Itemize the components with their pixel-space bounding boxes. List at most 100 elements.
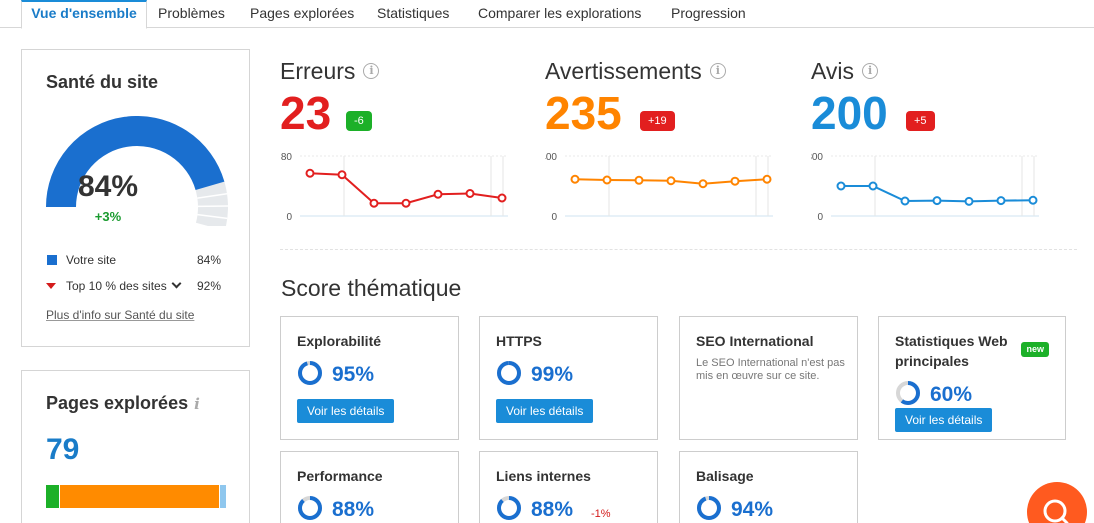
- tab-overview[interactable]: Vue d'ensemble: [21, 0, 147, 29]
- sparkline-point: [698, 179, 708, 189]
- ring-fill: [298, 496, 322, 520]
- card-title: SEO International: [696, 333, 814, 349]
- y-axis-max-label: 800: [811, 152, 823, 163]
- card-crawlability: Explorabilité 95% Voir les détails: [280, 316, 459, 440]
- view-details-button[interactable]: Voir les détails: [496, 399, 594, 423]
- info-icon[interactable]: i: [862, 62, 879, 79]
- pages-bar-segment[interactable]: [46, 485, 59, 508]
- crawled-pages-count[interactable]: 79: [46, 433, 79, 467]
- section-divider: [280, 249, 1077, 250]
- notices-sparkline: 800 0: [811, 152, 1039, 221]
- card-international-seo: SEO International Le SEO International n…: [679, 316, 858, 440]
- tab-statistics[interactable]: Statistiques: [377, 0, 449, 28]
- crawled-pages-bar: [46, 485, 226, 508]
- metric-title-text: Avertissements: [545, 58, 702, 84]
- view-details-button[interactable]: Voir les détails: [297, 399, 395, 423]
- sparkline-point: [836, 181, 846, 191]
- sparkline-point: [433, 189, 443, 199]
- crawled-pages-title: Pages explorées i: [46, 393, 200, 414]
- sparkline-point: [305, 168, 315, 178]
- thematic-score-title: Score thématique: [281, 275, 462, 301]
- tab-crawled-pages[interactable]: Pages explorées: [250, 0, 354, 28]
- card-percent[interactable]: 94%: [731, 498, 773, 522]
- magnifier-icon: [1043, 499, 1069, 523]
- card-delta: -1%: [591, 508, 611, 520]
- card-title: Performance: [297, 468, 383, 484]
- y-axis-min-label: 0: [286, 212, 292, 221]
- sparkline-point: [1028, 195, 1038, 205]
- notices-delta-badge: +5: [906, 111, 935, 131]
- errors-count[interactable]: 23: [280, 86, 331, 140]
- warnings-delta-badge: +19: [640, 111, 675, 131]
- sparkline-point: [868, 181, 878, 191]
- metric-title: Erreurs i: [280, 58, 380, 85]
- search-chat-icon[interactable]: [1027, 482, 1087, 523]
- crawled-pages-title-text: Pages explorées: [46, 393, 189, 413]
- legend-label: Votre site: [66, 253, 117, 267]
- red-triangle-icon: [46, 283, 56, 289]
- sparkline-point: [666, 176, 676, 186]
- notices-count[interactable]: 200: [811, 86, 888, 140]
- chevron-down-icon[interactable]: [171, 278, 182, 289]
- errors-delta-badge: -6: [346, 111, 372, 131]
- sparkline-point: [634, 175, 644, 185]
- warnings-count[interactable]: 235: [545, 86, 622, 140]
- legend-value: 84%: [196, 253, 221, 267]
- y-axis-min-label: 0: [551, 212, 557, 221]
- card-title: Balisage: [696, 468, 754, 484]
- errors-sparkline: 80 0: [281, 152, 508, 221]
- ring-fill: [298, 361, 322, 385]
- view-details-button[interactable]: Voir les détails: [895, 408, 993, 432]
- site-health-title: Santé du site: [46, 72, 159, 92]
- sparkline-point: [964, 196, 974, 206]
- metric-title-text: Erreurs: [280, 58, 356, 84]
- legend-label-text: Top 10 % des sites: [66, 279, 167, 293]
- ring-fill: [497, 496, 521, 520]
- pages-bar-segment[interactable]: [58, 485, 219, 508]
- site-health-delta: +3%: [94, 209, 122, 224]
- sparkline-point: [602, 175, 612, 185]
- ring-fill: [497, 361, 521, 385]
- card-title: Statistiques Web principales: [895, 333, 1008, 369]
- card-title: HTTPS: [496, 333, 542, 349]
- sparkline-point: [996, 196, 1006, 206]
- info-icon[interactable]: i: [709, 62, 726, 79]
- site-health-more-link[interactable]: Plus d'info sur Santé du site: [46, 308, 194, 322]
- card-percent[interactable]: 95%: [332, 363, 374, 387]
- tab-compare-crawls[interactable]: Comparer les explorations: [478, 0, 641, 28]
- tab-progress[interactable]: Progression: [671, 0, 746, 28]
- card-percent[interactable]: 88%: [332, 498, 374, 522]
- info-icon[interactable]: i: [363, 62, 380, 79]
- tab-bar: Vue d'ensemble Problèmes Pages explorées…: [0, 0, 1094, 29]
- sparkline-point: [570, 174, 580, 184]
- progress-ring-icon: [896, 381, 920, 405]
- new-badge: new: [1021, 342, 1049, 357]
- ring-fill: [697, 496, 721, 520]
- card-percent[interactable]: 99%: [531, 363, 573, 387]
- warnings-sparkline: 400 0: [545, 152, 773, 221]
- card-title: Explorabilité: [297, 333, 382, 349]
- y-axis-max-label: 80: [281, 152, 293, 163]
- progress-ring-icon: [697, 496, 721, 520]
- crawled-pages-card: Pages explorées i 79: [21, 370, 250, 523]
- metric-notices: Avisi 200 +5 800 0: [811, 58, 1051, 228]
- legend-value: 92%: [196, 279, 221, 293]
- legend-label[interactable]: Top 10 % des sites: [66, 278, 182, 293]
- site-health-card: Santé du site 84% +3% Votre site 84% Top…: [21, 49, 250, 347]
- sparkline-point: [465, 189, 475, 198]
- card-title: Liens internes: [496, 468, 591, 484]
- legend-top10[interactable]: Top 10 % des sites 92%: [46, 278, 221, 295]
- legend-your-site: Votre site 84%: [46, 253, 221, 269]
- tab-issues[interactable]: Problèmes: [158, 0, 225, 28]
- card-percent[interactable]: 88%: [531, 498, 573, 522]
- card-percent[interactable]: 60%: [930, 383, 972, 407]
- info-icon[interactable]: i: [194, 395, 200, 413]
- metric-title: Avis i: [811, 58, 879, 85]
- sparkline-point: [730, 176, 740, 186]
- y-axis-max-label: 400: [545, 152, 557, 163]
- metric-title-text: Avis: [811, 58, 855, 84]
- blue-square-icon: [47, 255, 57, 265]
- sparkline-point: [337, 170, 347, 180]
- progress-ring-icon: [497, 361, 521, 385]
- pages-bar-segment[interactable]: [218, 485, 226, 508]
